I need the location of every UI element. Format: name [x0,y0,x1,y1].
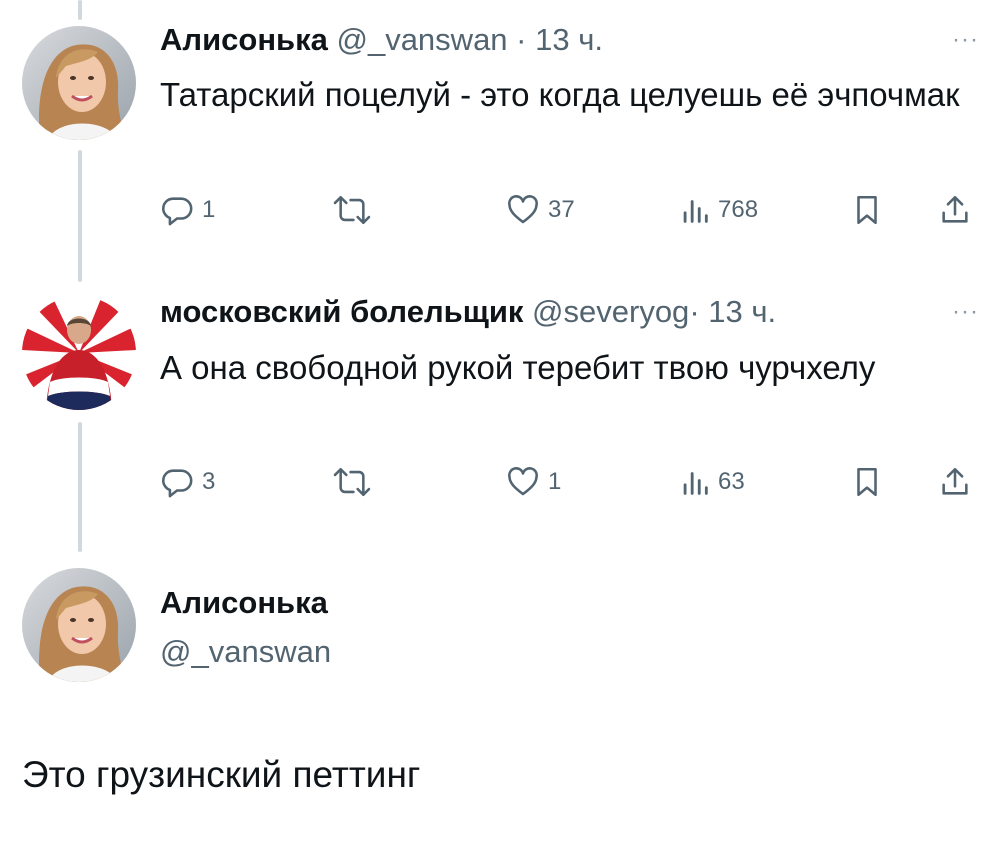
like-button[interactable]: 37 [506,190,575,230]
reply-count: 3 [202,468,216,495]
share-button[interactable] [938,462,972,502]
tweet-actions: 3 1 63 [160,462,975,502]
timestamp[interactable]: 13 ч. [708,294,776,329]
retweet-button[interactable] [332,462,380,502]
author-name[interactable]: Алисонька [160,22,328,57]
views-icon [683,472,708,495]
retweet-icon [333,467,371,497]
tweet-text: Татарский поцелуй - это когда целуешь её… [160,76,960,113]
thread-line-top [78,0,82,20]
author-handle[interactable]: @severyog [532,294,689,329]
like-count: 37 [548,196,575,223]
avatar[interactable] [22,26,136,140]
reply-count: 1 [202,196,216,223]
views-count: 63 [718,468,745,495]
tweet-header: московский болельщик @severyog· 13 ч. [160,292,776,332]
tweet-actions: 1 37 768 [160,190,975,230]
bookmark-button[interactable] [852,462,882,502]
share-icon [942,195,968,223]
views-icon [683,200,708,223]
timestamp[interactable]: 13 ч. [535,22,603,57]
bookmark-icon [857,195,877,225]
tweet-header: Алисонька @_vanswan · 13 ч. [160,20,603,60]
thread-line-2 [78,422,82,552]
reply-author-handle[interactable]: @_vanswan [160,632,331,672]
reply-tweet-text: Это грузинский петтинг [22,754,421,795]
like-button[interactable]: 1 [506,462,561,502]
share-button[interactable] [938,190,972,230]
man-red-sunburst-avatar-icon [22,296,136,410]
more-options-button[interactable]: ··· [952,28,979,52]
separator-dot: · [516,22,527,57]
views-count: 768 [718,196,759,223]
reply-author-name[interactable]: Алисонька [160,583,328,623]
woman-photo-avatar-icon [22,568,136,682]
reply-icon [162,197,193,226]
retweet-button[interactable] [332,190,380,230]
bookmark-button[interactable] [852,190,882,230]
like-icon [508,467,538,496]
reply-icon [162,469,193,498]
author-name[interactable]: московский болельщик [160,294,523,329]
bookmark-icon [857,467,877,497]
share-icon [942,467,968,495]
avatar[interactable] [22,296,136,410]
tweet-text: А она свободной рукой теребит твою чурчх… [160,349,876,386]
reply-button[interactable]: 1 [160,190,215,230]
author-handle[interactable]: @_vanswan [336,22,507,57]
like-count: 1 [548,468,562,495]
like-icon [508,195,538,224]
reply-button[interactable]: 3 [160,462,215,502]
separator-dot: · [689,294,700,329]
retweet-icon [333,195,371,225]
woman-photo-avatar-icon [22,26,136,140]
reply-avatar[interactable] [22,568,136,682]
more-options-button[interactable]: ··· [952,300,979,324]
views-button[interactable]: 63 [680,462,745,502]
thread-line-1 [78,150,82,282]
views-button[interactable]: 768 [680,190,758,230]
